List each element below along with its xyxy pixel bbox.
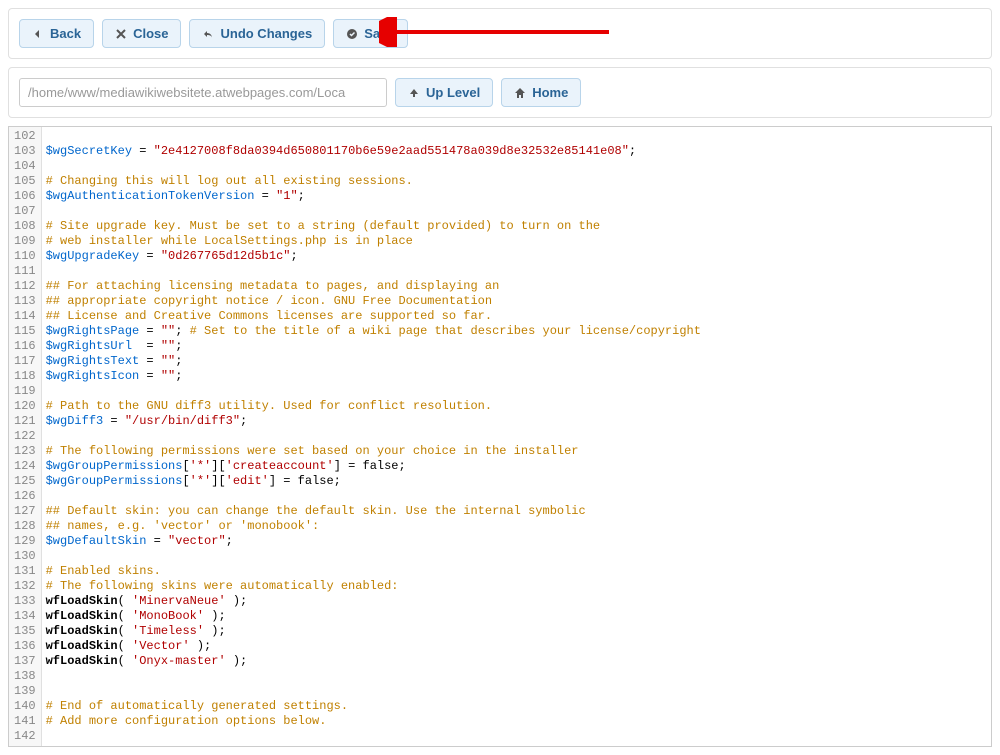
arrow-left-icon (32, 28, 44, 40)
save-label: Save (364, 26, 394, 41)
undo-button[interactable]: Undo Changes (189, 19, 325, 48)
check-circle-icon (346, 28, 358, 40)
home-icon (514, 87, 526, 99)
back-button[interactable]: Back (19, 19, 94, 48)
toolbar: Back Close Undo Changes Save (8, 8, 992, 59)
save-button[interactable]: Save (333, 19, 407, 48)
path-input[interactable] (19, 78, 387, 107)
line-gutter: 1021031041051061071081091101111121131141… (9, 127, 42, 746)
undo-label: Undo Changes (220, 26, 312, 41)
home-button[interactable]: Home (501, 78, 581, 107)
close-label: Close (133, 26, 168, 41)
path-bar: Up Level Home (8, 67, 992, 118)
up-level-button[interactable]: Up Level (395, 78, 493, 107)
close-button[interactable]: Close (102, 19, 181, 48)
home-label: Home (532, 85, 568, 100)
close-icon (115, 28, 127, 40)
back-label: Back (50, 26, 81, 41)
code-editor[interactable]: 1021031041051061071081091101111121131141… (8, 126, 992, 747)
code-area[interactable]: $wgSecretKey = "2e4127008f8da0394d650801… (42, 127, 991, 746)
arrow-up-icon (408, 87, 420, 99)
up-level-label: Up Level (426, 85, 480, 100)
annotation-arrow-icon (379, 17, 619, 47)
undo-icon (202, 28, 214, 40)
